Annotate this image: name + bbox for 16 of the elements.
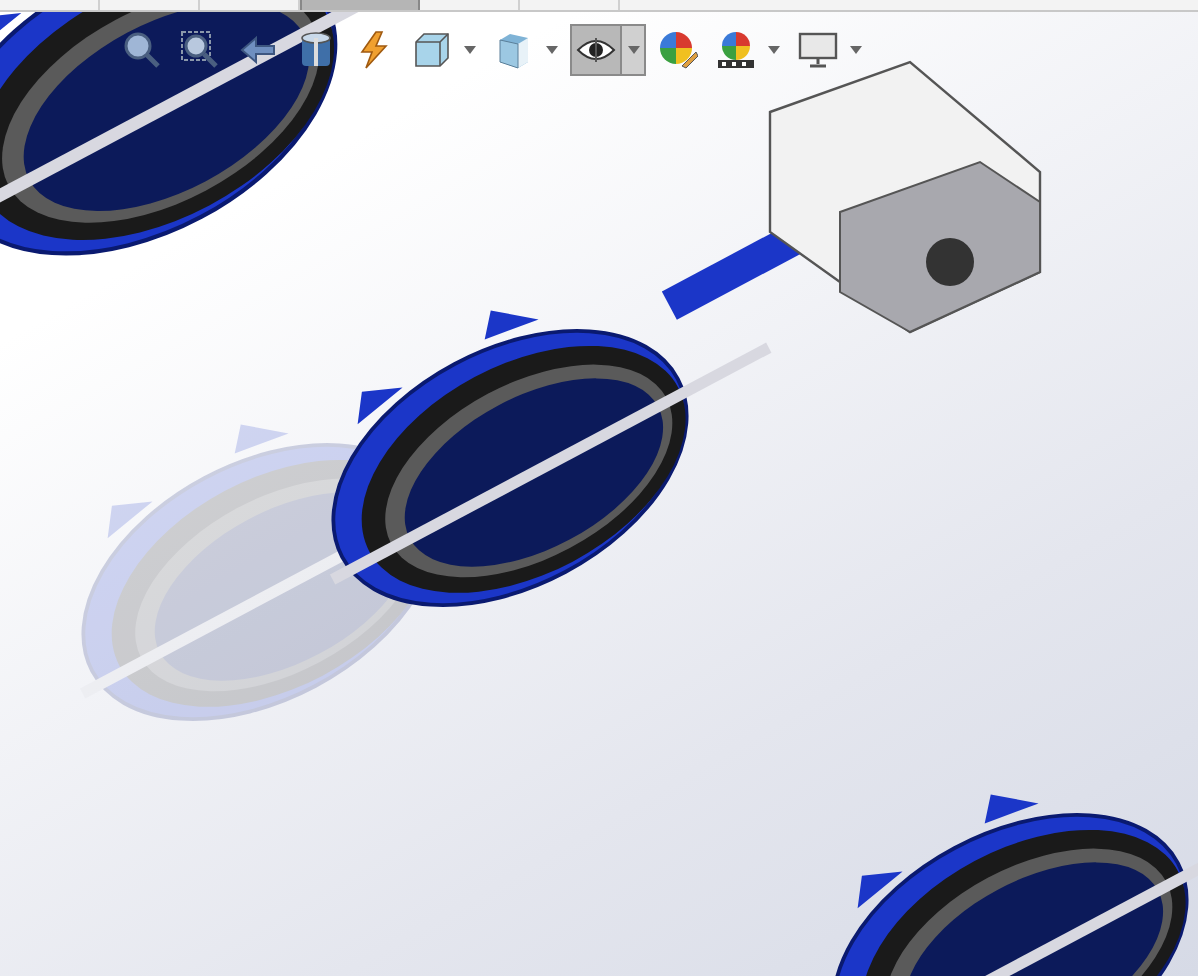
- arrow-icon: [238, 30, 278, 70]
- hide-show-button[interactable]: [570, 24, 622, 76]
- cylinder-icon: [296, 30, 336, 70]
- caret-icon: [464, 46, 476, 54]
- color-ball-scene-icon: [716, 30, 756, 70]
- caret-icon: [768, 46, 780, 54]
- caret-icon: [546, 46, 558, 54]
- shaded-cube-icon: [494, 30, 534, 70]
- caret-icon: [850, 46, 862, 54]
- monitor-icon: [798, 32, 838, 68]
- color-ball-pencil-icon: [658, 30, 698, 70]
- magnifier-box-icon: [180, 30, 220, 70]
- magnifier-icon: [122, 30, 162, 70]
- caret-icon: [627, 46, 639, 54]
- cube-icon: [412, 30, 452, 70]
- eye-icon: [576, 36, 616, 64]
